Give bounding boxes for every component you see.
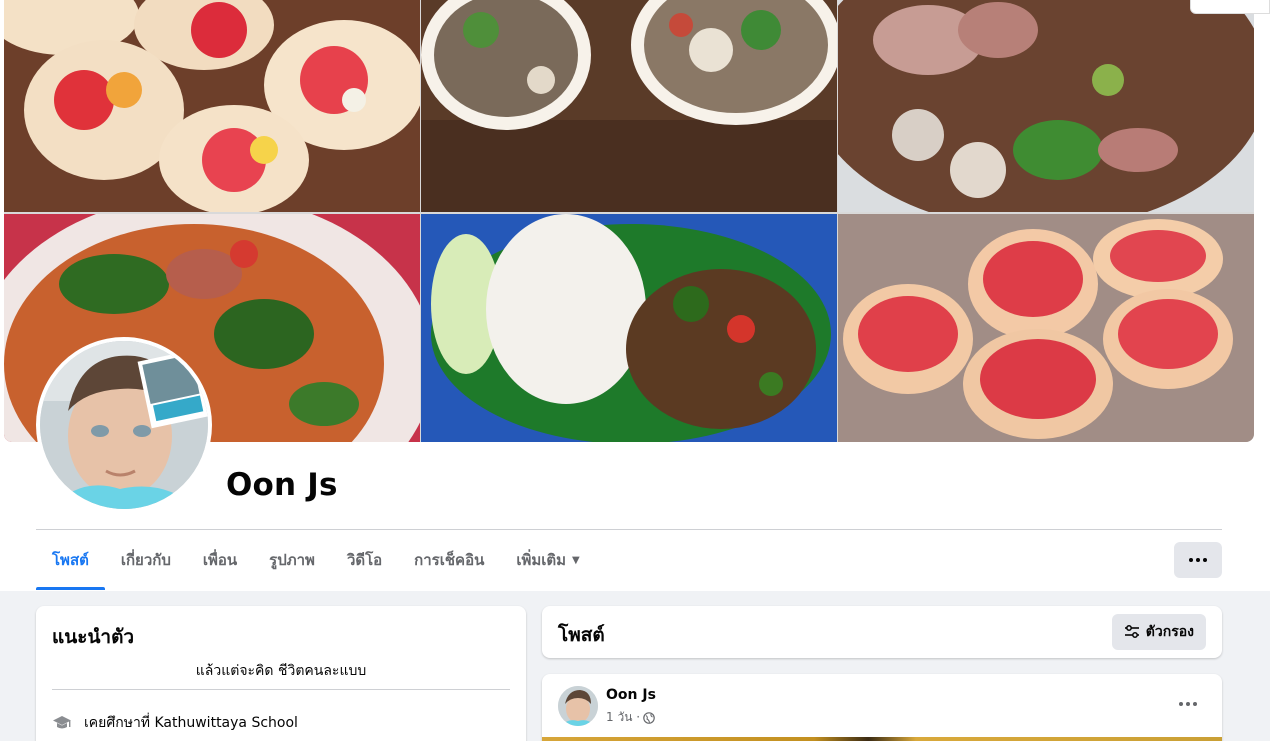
profile-name: Oon Js xyxy=(226,467,338,503)
avatar xyxy=(40,341,209,509)
tab-label: การเช็คอิน xyxy=(414,551,485,569)
posts-title: โพสต์ xyxy=(558,624,605,646)
tab-label: เกี่ยวกับ xyxy=(120,551,171,569)
profile-header: Oon Js โพสต์ เกี่ยวกับ เพื่อน รูปภาพ วิด… xyxy=(0,0,1270,591)
post-author-avatar[interactable] xyxy=(558,686,598,726)
intro-divider xyxy=(52,689,510,690)
graduation-cap-icon xyxy=(53,716,71,729)
post-options-button[interactable] xyxy=(1170,692,1206,716)
cover-tile-noodle-soup xyxy=(838,0,1254,212)
tab-label: เพิ่มเติม xyxy=(516,551,567,569)
tab-videos[interactable]: วิดีโอ xyxy=(331,530,398,590)
tab-photos[interactable]: รูปภาพ xyxy=(253,530,331,590)
tab-check-ins[interactable]: การเช็คอิน xyxy=(398,530,500,590)
tab-label: รูปภาพ xyxy=(269,551,315,569)
tab-label: วิดีโอ xyxy=(346,551,383,569)
tab-about[interactable]: เกี่ยวกับ xyxy=(105,530,187,590)
top-right-panel-edge xyxy=(1190,0,1270,14)
more-dots-icon xyxy=(1179,702,1197,706)
profile-tabs: โพสต์ เกี่ยวกับ เพื่อน รูปภาพ วิดีโอ การ… xyxy=(36,530,596,590)
filter-sliders-icon xyxy=(1124,625,1139,638)
posts-header-card: โพสต์ ตัวกรอง xyxy=(542,606,1222,658)
profile-picture[interactable] xyxy=(36,337,212,513)
post-image[interactable] xyxy=(542,737,1222,741)
post-card: Oon Js 1 วัน · xyxy=(542,674,1222,741)
tab-label: โพสต์ xyxy=(52,551,89,569)
intro-education-row: เคยศึกษาที่ Kathuwittaya School xyxy=(52,712,298,734)
cover-tile-pizza-toasts xyxy=(838,214,1254,442)
cover-tile-noodle-bowls xyxy=(421,0,837,212)
more-dots-icon xyxy=(1189,558,1207,562)
cover-tile-basil-rice xyxy=(421,214,837,442)
caret-down-icon: ▼ xyxy=(572,554,580,566)
profile-more-button[interactable] xyxy=(1174,542,1222,578)
tab-posts[interactable]: โพสต์ xyxy=(36,530,105,590)
intro-title: แนะนำตัว xyxy=(52,626,135,648)
filter-button[interactable]: ตัวกรอง xyxy=(1111,614,1206,650)
tab-friends[interactable]: เพื่อน xyxy=(187,530,253,590)
tab-more[interactable]: เพิ่มเติม ▼ xyxy=(500,530,595,590)
intro-bio: แล้วแต่จะคิด ชีวิตคนละแบบ xyxy=(195,663,367,679)
post-meta: 1 วัน · xyxy=(606,708,655,727)
intro-card: แนะนำตัว แล้วแต่จะคิด ชีวิตคนละแบบ เคยศึ… xyxy=(36,606,526,741)
globe-icon xyxy=(643,711,655,724)
post-timestamp[interactable]: 1 วัน · xyxy=(606,708,640,727)
post-author-name[interactable]: Oon Js xyxy=(606,687,656,703)
filter-label: ตัวกรอง xyxy=(1145,624,1194,640)
tab-label: เพื่อน xyxy=(202,551,238,569)
education-text: เคยศึกษาที่ Kathuwittaya School xyxy=(84,715,298,731)
cover-tile-tostadas xyxy=(4,0,420,212)
